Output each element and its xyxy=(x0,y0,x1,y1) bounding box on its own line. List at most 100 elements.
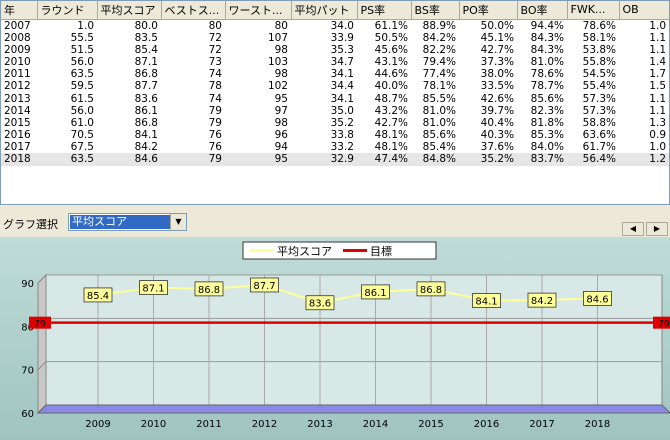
column-header[interactable]: PS率 xyxy=(357,1,412,20)
table-cell: 63.5 xyxy=(37,153,97,166)
table-cell: 42.7% xyxy=(374,116,408,129)
table-cell: 1.5 xyxy=(649,80,666,93)
table-cell: 33.8 xyxy=(330,129,354,142)
table-cell: 94 xyxy=(274,141,288,154)
table-cell: 34.4 xyxy=(330,80,354,93)
target-label: 79 xyxy=(658,320,670,330)
x-tick-label: 2012 xyxy=(252,419,277,430)
table-row[interactable]: 2018 63.5 84.6 79 95 32.9 47.4% 84.8% 35.2% 83.7%… xyxy=(1,153,669,166)
data-table[interactable]: 年ラウンド 平均スコア ベストス... ワースト... 平均パット PS率 BS率 PO率 BO… xyxy=(0,0,670,205)
table-cell: 55.5 xyxy=(70,31,94,44)
x-tick-label: 2014 xyxy=(363,419,388,430)
table-row[interactable]: 2013 61.5 83.6 74 95 34.1 48.7% 85.5% 42.6% 85.6%… xyxy=(1,92,669,105)
column-header[interactable]: OB xyxy=(619,1,669,20)
table-row[interactable]: 2009 51.5 85.4 72 98 35.3 45.6% 82.2% 42.7% 84.3%… xyxy=(1,44,669,56)
column-header[interactable]: ワースト... xyxy=(225,1,292,20)
graph-select-value: 平均スコア xyxy=(70,215,170,229)
data-label: 83.6 xyxy=(309,299,331,310)
table-cell: 50.0% xyxy=(480,19,514,32)
table-cell: 85.6% xyxy=(422,129,456,142)
column-header[interactable]: ベストス... xyxy=(161,1,226,20)
table-cell: 54.5% xyxy=(582,68,616,81)
column-header[interactable]: BO率 xyxy=(517,1,568,20)
table-cell: 85.5% xyxy=(422,92,456,105)
table-cell: 37.3% xyxy=(480,55,514,68)
table-cell: 1.0 xyxy=(649,19,666,32)
table-row[interactable]: 2007 1.0 80.0 80 80 34.0 61.1% 88.9% 50.0% 94.4% 7… xyxy=(1,19,669,32)
table-cell: 67.5 xyxy=(70,141,94,154)
table-cell: 85.3% xyxy=(530,129,564,142)
table-row[interactable]: 2011 63.5 86.8 74 98 34.1 44.6% 77.4% 38.0% 78.6%… xyxy=(1,68,669,80)
x-tick-label: 2009 xyxy=(85,419,110,430)
table-cell: 79 xyxy=(161,153,225,166)
table-cell: 84.2 xyxy=(134,141,158,154)
column-header[interactable]: PO率 xyxy=(459,1,518,20)
table-cell: 0.9 xyxy=(649,129,666,142)
table-row[interactable]: 2016 70.5 84.1 76 96 33.8 48.1% 85.6% 40.3% 85.3%… xyxy=(1,129,669,141)
table-cell: 34.0 xyxy=(330,19,354,32)
table-cell: 76 xyxy=(208,129,222,142)
table-cell: 61.0 xyxy=(70,116,94,129)
table-cell: 50.5% xyxy=(374,31,408,44)
legend-label: 平均スコア xyxy=(277,245,332,258)
table-cell: 84.2% xyxy=(422,31,456,44)
table-row[interactable]: 2008 55.5 83.5 72 107 33.9 50.5% 84.2% 45.1% 84.3… xyxy=(1,32,669,44)
chart-panel: 60 70 80 90 2009 2010 2011 2012 2013 2014 2015 2016… xyxy=(0,237,670,440)
data-label: 87.1 xyxy=(142,284,164,295)
table-cell: 2013 xyxy=(4,92,31,105)
graph-select-label: グラフ選択 xyxy=(3,218,58,231)
table-cell: 84.1 xyxy=(134,129,158,142)
table-cell: 2007 xyxy=(4,19,31,32)
x-tick-label: 2016 xyxy=(474,419,499,430)
graph-select-dropdown[interactable]: 平均スコア ▼ xyxy=(68,213,187,231)
table-cell: 87.1 xyxy=(134,55,158,68)
score-chart: 607080902009 2010 2011 2012 2013 2014 2015 2016… xyxy=(21,241,670,430)
x-tick-label: 2017 xyxy=(529,419,554,430)
table-cell: 86.8 xyxy=(134,116,158,129)
scroll-right-button[interactable]: ▶ xyxy=(646,222,668,236)
scroll-left-button[interactable]: ◀ xyxy=(622,222,644,236)
y-tick-label: 70 xyxy=(21,366,34,377)
x-tick-label: 2018 xyxy=(585,419,610,430)
table-cell: 85.6% xyxy=(530,92,564,105)
table-cell: 80.0 xyxy=(134,19,158,32)
table-cell: 2011 xyxy=(4,68,31,81)
table-cell: 84.3% xyxy=(530,43,564,56)
table-cell: 53.8% xyxy=(582,43,616,56)
table-row[interactable]: 2014 56.0 86.1 79 97 35.0 43.2% 81.0% 39.7% 82.3%… xyxy=(1,105,669,117)
table-row[interactable]: 2010 56.0 87.1 73 103 34.7 43.1% 79.4% 37.3% 81.0… xyxy=(1,56,669,68)
data-label: 84.1 xyxy=(475,297,497,308)
table-cell: 40.4% xyxy=(480,116,514,129)
column-header[interactable]: 平均パット xyxy=(291,1,358,20)
table-cell: 35.2 xyxy=(330,116,354,129)
table-cell: 48.1% xyxy=(374,141,408,154)
table-cell: 35.2% xyxy=(459,153,517,166)
table-row[interactable]: 2012 59.5 87.7 78 102 34.4 40.0% 78.1% 33.5% 78.7… xyxy=(1,80,669,92)
table-cell: 47.4% xyxy=(357,153,411,166)
table-cell: 42.7% xyxy=(480,43,514,56)
table-cell: 83.6 xyxy=(134,92,158,105)
triangle-down-icon[interactable]: ▼ xyxy=(170,214,186,230)
table-cell: 2012 xyxy=(4,80,31,93)
table-row[interactable]: 2015 61.0 86.8 79 98 35.2 42.7% 81.0% 40.4% 81.8%… xyxy=(1,117,669,129)
table-cell: 78.7% xyxy=(530,80,564,93)
table-cell: 79 xyxy=(208,116,222,129)
table-row[interactable]: 2017 67.5 84.2 76 94 33.2 48.1% 85.4% 37.6% 84.0%… xyxy=(1,141,669,153)
table-cell: 51.5 xyxy=(70,43,94,56)
column-header[interactable]: 平均スコア xyxy=(97,1,162,20)
column-header[interactable]: FWK... xyxy=(567,1,620,20)
table-cell: 37.6% xyxy=(480,141,514,154)
table-cell: 2015 xyxy=(4,116,31,129)
table-cell: 43.2% xyxy=(374,104,408,117)
triangle-left-icon: ◀ xyxy=(629,224,637,233)
column-header[interactable]: ラウンド xyxy=(37,1,98,20)
column-header[interactable]: BS率 xyxy=(411,1,460,20)
table-cell: 97 xyxy=(274,104,288,117)
y-tick-label: 60 xyxy=(21,409,34,420)
table-cell: 74 xyxy=(208,68,222,81)
x-tick-label: 2010 xyxy=(141,419,166,430)
data-label: 87.7 xyxy=(253,281,275,292)
column-header[interactable]: 年 xyxy=(1,1,38,20)
table-cell: 83.5 xyxy=(134,31,158,44)
table-body: 2007 1.0 80.0 80 80 34.0 61.1% 88.9% 50.0% 94.4% 7… xyxy=(1,19,669,166)
